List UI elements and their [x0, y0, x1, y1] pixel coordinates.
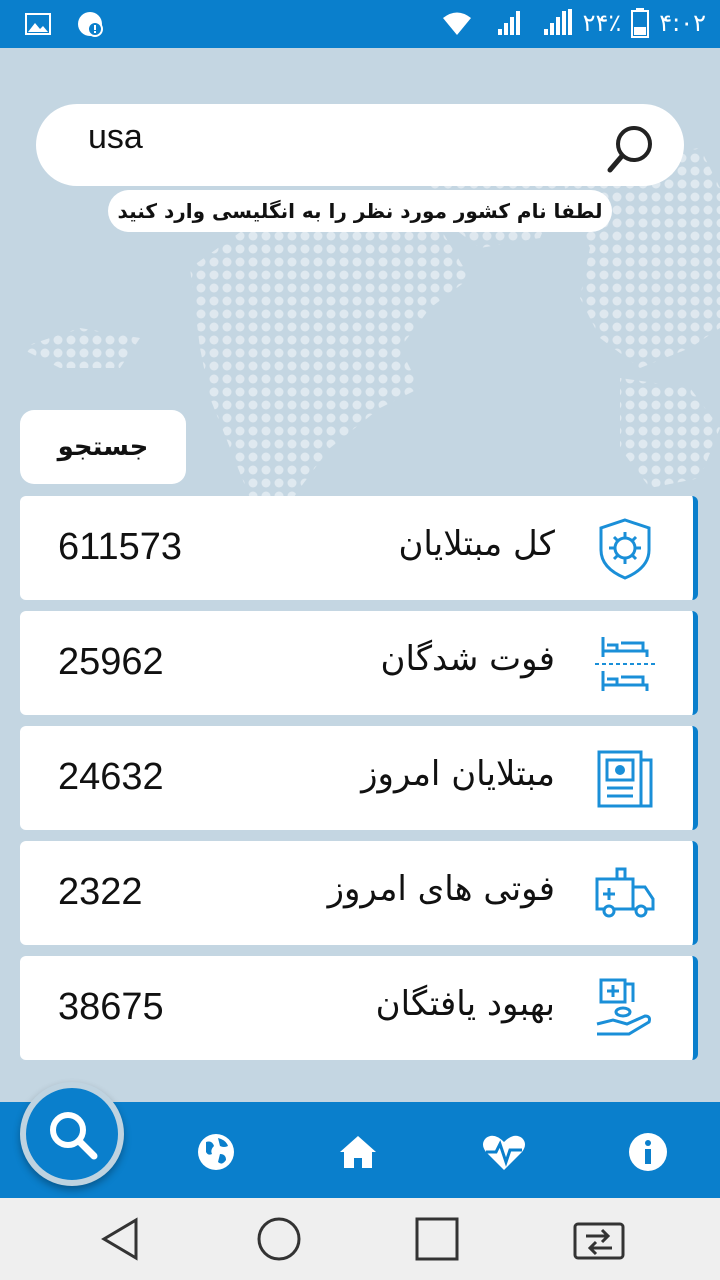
stat-value: 38675 [58, 986, 164, 1028]
wifi-icon [442, 12, 471, 35]
stat-label: بهبود یافتگان [375, 984, 555, 1024]
stat-row-today-deaths: 2322 فوتی های امروز [20, 841, 698, 945]
stat-row-recovered: 38675 بهبود یافتگان [20, 956, 698, 1060]
search-icon[interactable] [604, 122, 658, 176]
gallery-icon [25, 13, 51, 35]
recents-icon[interactable] [414, 1216, 460, 1262]
search-icon[interactable] [44, 1106, 100, 1162]
stat-label: فوتی های امروز [327, 869, 555, 909]
info-icon[interactable] [628, 1132, 668, 1172]
home-icon[interactable] [338, 1132, 378, 1172]
search-hint: لطفا نام کشور مورد نظر را به انگلیسی وار… [108, 190, 612, 232]
signal-1-icon [497, 11, 520, 35]
stats-list: 611573 کل مبتلایان 25962 فوت شدگان 24632… [20, 496, 698, 1071]
stat-label: فوت شدگان [380, 639, 555, 679]
system-navigation-bar [0, 1198, 720, 1280]
globe-icon[interactable] [196, 1132, 236, 1172]
search-button[interactable]: جستجو [20, 410, 186, 484]
home-circle-icon[interactable] [256, 1216, 302, 1262]
hand-medicine-icon [596, 978, 651, 1036]
ambulance-icon [595, 867, 655, 918]
stat-row-today-cases: 24632 مبتلایان امروز [20, 726, 698, 830]
stat-label: کل مبتلایان [398, 524, 555, 564]
stat-row-total-deaths: 25962 فوت شدگان [20, 611, 698, 715]
search-input[interactable]: usa [88, 118, 143, 157]
stat-label: مبتلایان امروز [361, 754, 555, 794]
search-fab[interactable] [20, 1082, 124, 1186]
beds-icon [595, 637, 655, 691]
stat-row-total-cases: 611573 کل مبتلایان [20, 496, 698, 600]
stat-value: 611573 [58, 526, 182, 568]
status-bar: ۲۴٪ ۴:۰۲ [0, 0, 720, 48]
switch-sim-icon[interactable] [572, 1216, 626, 1262]
signal-2-icon [543, 9, 572, 35]
alert-icon [78, 12, 103, 37]
battery-icon [631, 8, 650, 38]
clock: ۴:۰۲ [659, 9, 706, 37]
battery-percent: ۲۴٪ [582, 9, 622, 37]
stat-value: 25962 [58, 641, 164, 683]
heartbeat-icon[interactable] [480, 1132, 528, 1172]
report-icon [597, 750, 653, 808]
stat-value: 2322 [58, 871, 143, 913]
stat-value: 24632 [58, 756, 164, 798]
search-bar[interactable]: usa [36, 104, 684, 186]
back-icon[interactable] [98, 1216, 144, 1262]
shield-virus-icon [599, 518, 651, 580]
